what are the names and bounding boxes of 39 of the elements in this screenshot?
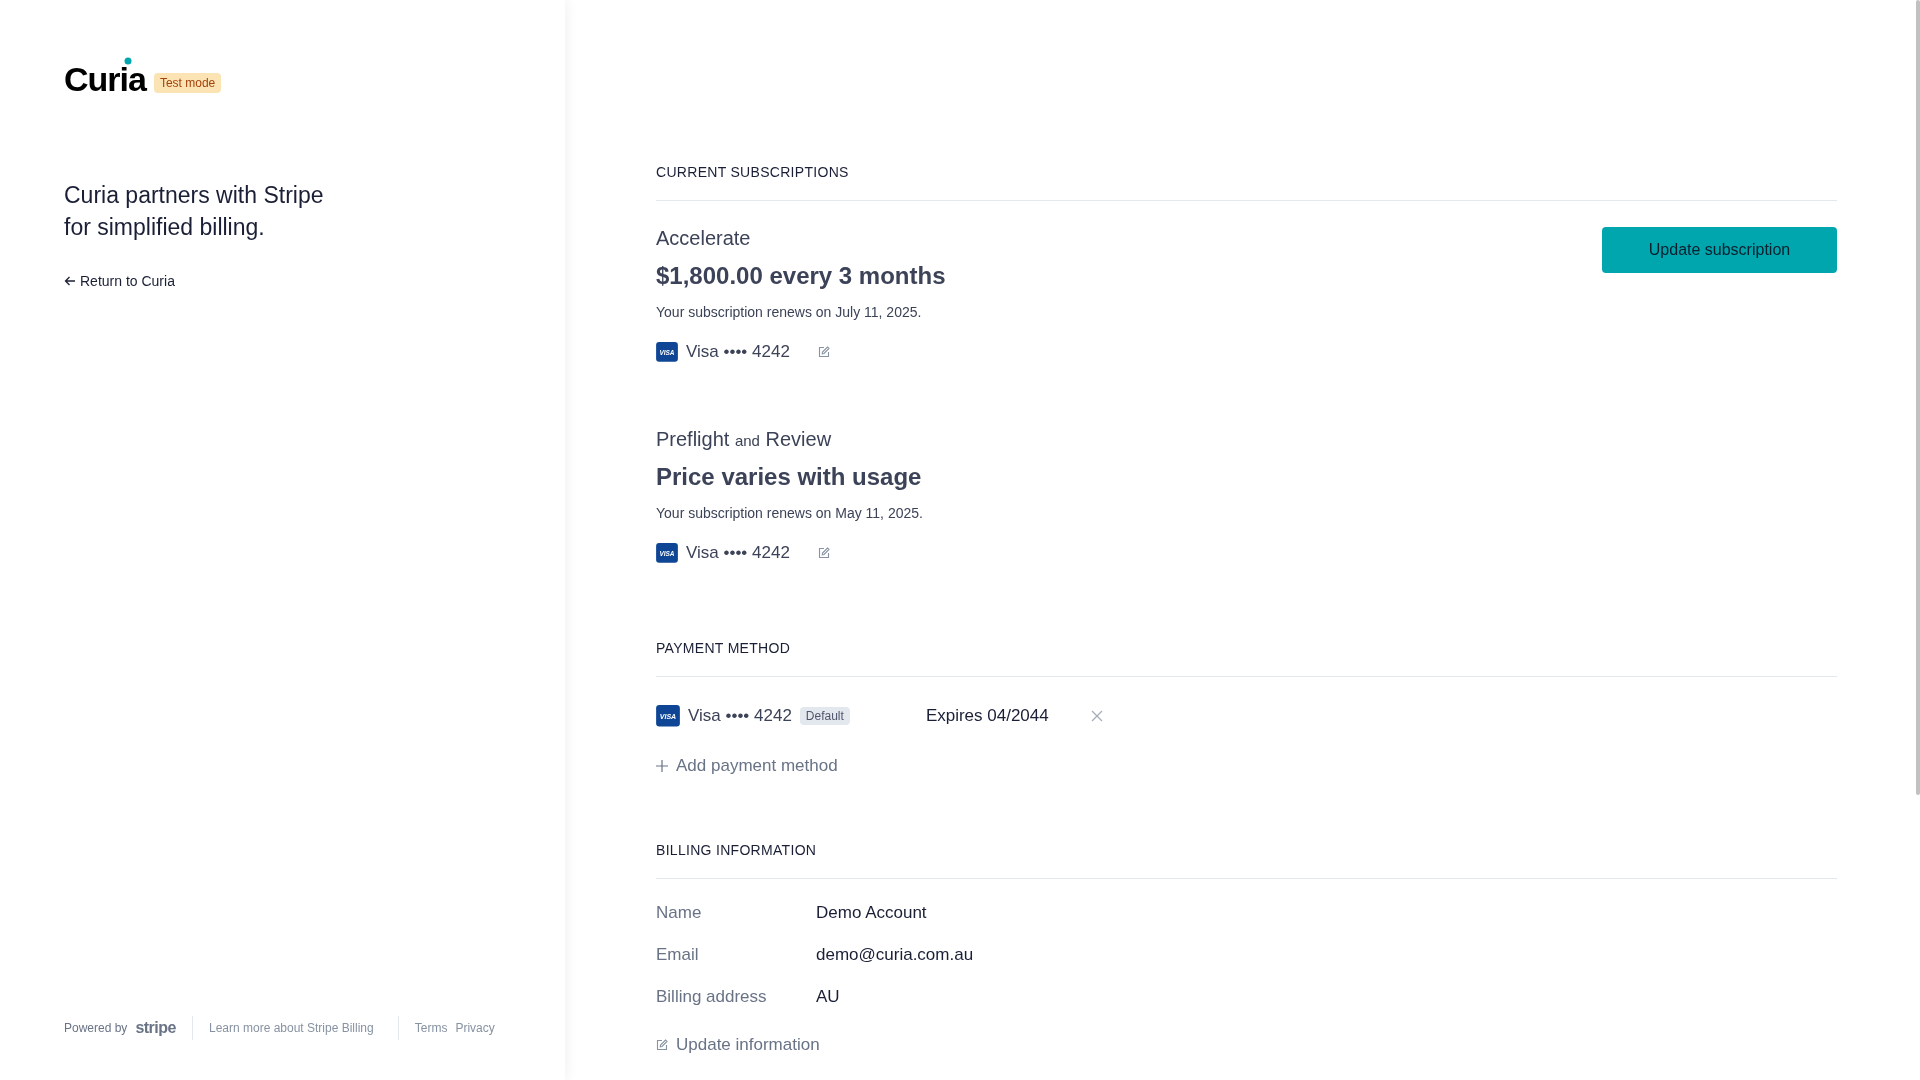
field-label: Name	[656, 902, 703, 923]
field-value: Demo Account	[816, 902, 928, 923]
default-badge: Default	[799, 706, 850, 725]
add-payment-method-link[interactable]: Add payment method	[656, 755, 838, 776]
field-value: AU	[816, 986, 841, 1007]
return-link[interactable]: Return to Curia	[64, 273, 565, 289]
card-label: Visa •••• 4242	[688, 705, 792, 726]
card-label: Visa •••• 4242	[686, 543, 790, 563]
test-mode-badge: Test mode	[153, 72, 222, 93]
plan-price: Price varies with usage	[656, 463, 923, 491]
field-value: demo@curia.com.au	[816, 944, 975, 965]
field-label: Billing address	[656, 986, 768, 1007]
update-information-link[interactable]: Update information	[656, 1034, 820, 1055]
plan-name: Accelerate	[656, 227, 752, 250]
section-heading: CURRENT SUBSCRIPTIONS	[656, 164, 1837, 201]
curia-logo: Curia	[64, 60, 146, 99]
close-icon[interactable]	[1090, 709, 1103, 722]
field-label: Email	[656, 944, 700, 965]
stripe-logo[interactable]: stripe	[135, 1019, 176, 1037]
footer-link[interactable]: Privacy	[455, 1021, 495, 1035]
plan-price: $1,800.00 every 3 months	[656, 262, 946, 290]
scrollbar[interactable]	[1916, 0, 1920, 795]
section-heading: PAYMENT METHOD	[656, 640, 1837, 677]
renewal-text: Your subscription renews on May 11, 2025.	[656, 505, 923, 521]
arrow-left-icon	[64, 275, 76, 287]
edit-icon[interactable]	[817, 547, 830, 559]
section-heading: BILLING INFORMATION	[656, 841, 1837, 879]
tagline: Curia partners with Stripe for simplified billing.	[64, 181, 325, 242]
card-expiry: Expires 04/2044	[925, 705, 1050, 726]
plan-name: Preflight and Review	[656, 428, 833, 451]
plus-icon	[656, 759, 668, 772]
renewal-text: Your subscription renews on July 11, 2025.	[656, 304, 923, 320]
edit-icon	[656, 1038, 668, 1051]
edit-icon[interactable]	[817, 346, 830, 358]
update-subscription-button[interactable]: Update subscription	[1602, 227, 1837, 273]
footer-link[interactable]: Terms	[414, 1021, 448, 1035]
card-label: Visa •••• 4242	[686, 342, 790, 362]
powered-by-text: Powered by	[64, 1021, 128, 1035]
footer-link[interactable]: Learn more about Stripe Billing	[208, 1021, 374, 1035]
